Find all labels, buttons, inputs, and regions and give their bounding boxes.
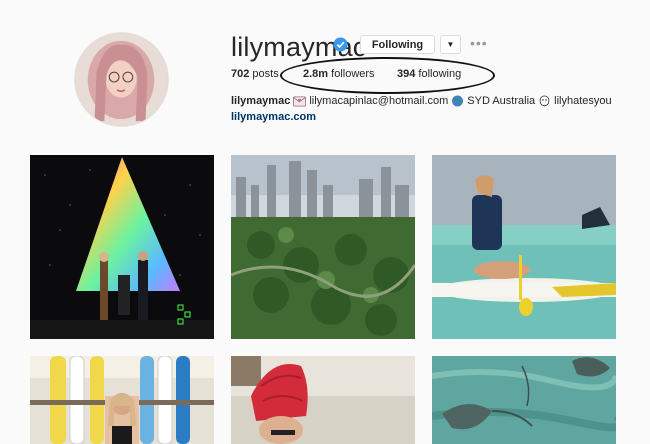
followers-label: followers: [331, 68, 375, 80]
globe-icon: [452, 95, 464, 107]
post-image-stingrays: [432, 356, 616, 444]
post-tile[interactable]: [30, 356, 214, 444]
bio-location: SYD Australia: [467, 95, 536, 107]
post-image-surfboards: [30, 356, 214, 444]
chevron-down-icon: ▼: [446, 40, 455, 49]
profile-avatar[interactable]: [74, 32, 169, 127]
verified-badge-icon: [333, 37, 348, 52]
following-link[interactable]: 394 following: [397, 68, 461, 80]
following-label: following: [418, 68, 462, 80]
more-options-icon[interactable]: •••: [470, 36, 488, 50]
followers-number: 2.8m: [303, 68, 329, 80]
posts-count: 702 posts: [231, 68, 279, 80]
posts-label: posts: [252, 68, 279, 80]
post-image-paddleboard: [432, 155, 616, 339]
post-tile[interactable]: [432, 155, 616, 339]
bio-email: lilymacapinlac@hotmail.com: [309, 95, 449, 107]
posts-number: 702: [231, 68, 250, 80]
bio-name: lilymaymac: [231, 95, 291, 107]
post-image-stage: [30, 155, 214, 339]
follow-dropdown-button[interactable]: ▼: [440, 35, 461, 54]
bio-handle: lilyhatesyou: [554, 95, 612, 107]
envelope-icon: [293, 96, 307, 107]
post-image-city: [231, 155, 415, 339]
profile-bio: lilymaymac lilymacapinlac@hotmail.com SY…: [231, 95, 612, 107]
ghost-face-icon: [539, 95, 550, 107]
post-tile[interactable]: [231, 356, 415, 444]
website-link[interactable]: lilymaymac.com: [231, 111, 316, 123]
avatar-image: [75, 33, 168, 126]
followers-link[interactable]: 2.8m followers: [303, 68, 375, 80]
post-tile[interactable]: [30, 155, 214, 339]
following-number: 394: [397, 68, 416, 80]
post-tile[interactable]: [231, 155, 415, 339]
following-button[interactable]: Following: [360, 35, 435, 54]
post-image-red-turban: [231, 356, 415, 444]
post-tile[interactable]: [432, 356, 616, 444]
